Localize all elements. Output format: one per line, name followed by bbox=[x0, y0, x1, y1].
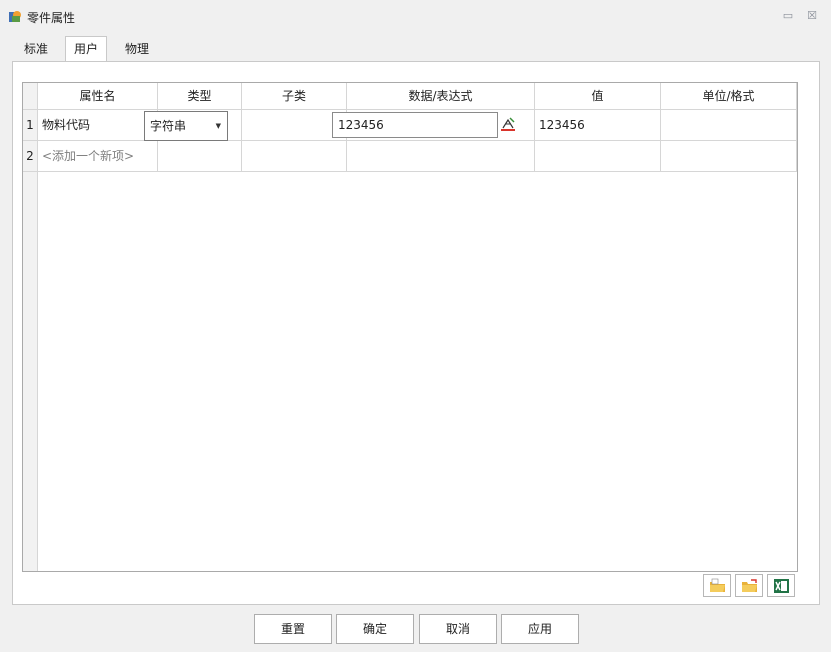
export-button[interactable] bbox=[735, 574, 763, 597]
column-header-unit[interactable]: 单位/格式 bbox=[661, 83, 797, 110]
cell-subtype[interactable] bbox=[242, 141, 347, 172]
title-bar: 零件属性 ▭ ☒ bbox=[0, 0, 831, 34]
tab-standard[interactable]: 标准 bbox=[16, 37, 56, 61]
property-grid: 属性名 类型 子类 数据/表达式 值 单位/格式 1 物料代码 123456 字… bbox=[22, 82, 798, 572]
cancel-button[interactable]: 取消 bbox=[419, 614, 497, 644]
type-dropdown-value: 字符串 bbox=[150, 119, 187, 133]
cell-value bbox=[535, 141, 661, 172]
minimize-icon[interactable]: ▭ bbox=[781, 9, 795, 23]
cell-unit[interactable] bbox=[661, 141, 797, 172]
column-header-type[interactable]: 类型 bbox=[158, 83, 242, 110]
reset-button[interactable]: 重置 bbox=[254, 614, 332, 644]
app-icon bbox=[9, 11, 21, 22]
cell-property-name[interactable]: 物料代码 bbox=[38, 110, 158, 141]
close-icon[interactable]: ☒ bbox=[805, 9, 819, 23]
chevron-down-icon: ▼ bbox=[215, 122, 221, 130]
excel-export-button[interactable] bbox=[767, 574, 795, 597]
import-button[interactable] bbox=[703, 574, 731, 597]
excel-icon bbox=[774, 579, 789, 593]
grid-corner bbox=[23, 83, 38, 110]
column-header-subtype[interactable]: 子类 bbox=[242, 83, 347, 110]
cell-unit[interactable] bbox=[661, 110, 797, 141]
tab-physical[interactable]: 物理 bbox=[117, 37, 157, 61]
export-folder-icon bbox=[742, 579, 757, 592]
column-header-expression[interactable]: 数据/表达式 bbox=[347, 83, 535, 110]
window-title: 零件属性 bbox=[27, 11, 76, 25]
row-index: 2 bbox=[23, 141, 38, 172]
tab-user[interactable]: 用户 bbox=[65, 36, 108, 62]
tab-bar: 标准 用户 物理 bbox=[0, 36, 831, 62]
cell-type[interactable] bbox=[158, 141, 242, 172]
type-dropdown[interactable]: 字符串 ▼ bbox=[144, 111, 228, 141]
formula-editor-icon[interactable] bbox=[499, 115, 517, 133]
ok-button[interactable]: 确定 bbox=[336, 614, 414, 644]
import-folder-icon bbox=[710, 578, 725, 592]
column-header-value[interactable]: 值 bbox=[535, 83, 661, 110]
cell-expression[interactable] bbox=[347, 141, 535, 172]
add-new-item-placeholder[interactable]: <添加一个新项> bbox=[38, 141, 158, 172]
apply-button[interactable]: 应用 bbox=[501, 614, 579, 644]
expression-input[interactable]: 123456 bbox=[332, 112, 498, 138]
column-header-name[interactable]: 属性名 bbox=[38, 83, 158, 110]
cell-value: 123456 bbox=[535, 110, 661, 141]
row-index: 1 bbox=[23, 110, 38, 141]
